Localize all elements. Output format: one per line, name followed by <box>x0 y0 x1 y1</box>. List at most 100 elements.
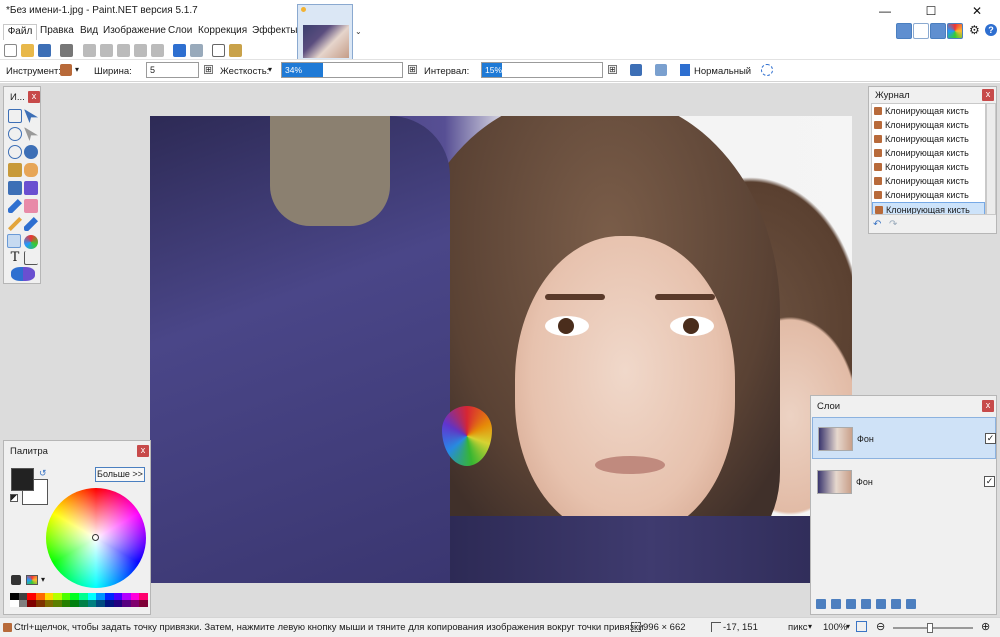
palette-menu-icon[interactable] <box>11 575 21 585</box>
zoom-out-icon[interactable]: ⊖ <box>876 620 885 633</box>
width-field[interactable]: 5 <box>146 62 199 78</box>
menu-layers[interactable]: Слои <box>168 25 192 36</box>
clone-stamp-tool-icon[interactable] <box>7 234 21 248</box>
magic-wand-icon[interactable] <box>8 163 22 177</box>
text-tool-icon[interactable]: T <box>8 251 22 265</box>
palette-load-icon[interactable] <box>26 575 38 585</box>
deselect-icon[interactable] <box>151 44 164 57</box>
chevron-down-icon[interactable]: ▾ <box>41 575 45 584</box>
history-item[interactable]: Клонирующая кисть <box>872 160 985 174</box>
reset-colors-icon[interactable] <box>10 494 18 502</box>
chevron-down-icon[interactable]: ▾ <box>808 622 812 631</box>
menu-image[interactable]: Изображение <box>103 25 166 36</box>
color-picker-icon[interactable] <box>24 217 38 231</box>
minimize-button[interactable]: — <box>862 0 908 22</box>
menu-effects[interactable]: Эффекты <box>252 25 297 36</box>
crop-icon[interactable] <box>134 44 147 57</box>
settings-gear-icon[interactable]: ⚙ <box>969 23 980 37</box>
layer-visibility-checkbox[interactable]: ✓ <box>985 433 996 444</box>
rectangle-select-icon[interactable] <box>8 109 22 123</box>
chevron-down-icon[interactable]: ▾ <box>75 65 79 74</box>
move-layer-down-icon[interactable] <box>891 599 901 609</box>
history-item[interactable]: Клонирующая кисть <box>872 104 985 118</box>
merge-layer-icon[interactable] <box>861 599 871 609</box>
pan-hand-icon[interactable] <box>24 163 38 177</box>
print-icon[interactable] <box>60 44 73 57</box>
image-canvas[interactable] <box>150 116 852 583</box>
width-plus-icon[interactable]: ⊞ <box>204 65 213 74</box>
primary-color-swatch[interactable] <box>11 468 34 491</box>
zoom-in-icon[interactable]: ⊕ <box>981 620 990 633</box>
layers-close-icon[interactable]: x <box>982 400 994 412</box>
layer-properties-icon[interactable] <box>906 599 916 609</box>
selection-clipping-icon[interactable] <box>761 64 773 76</box>
save-icon[interactable] <box>38 44 51 57</box>
layers-toggle-icon[interactable] <box>930 23 946 39</box>
undo-icon[interactable] <box>173 44 186 57</box>
gradient-icon[interactable] <box>24 181 38 195</box>
chevron-down-icon[interactable]: ⌄ <box>355 27 362 36</box>
palette-close-icon[interactable]: x <box>137 445 149 457</box>
hardness-plus-icon[interactable]: ⊞ <box>408 65 417 74</box>
tools-close-icon[interactable]: x <box>28 91 40 103</box>
zoom-to-window-icon[interactable] <box>856 621 867 632</box>
clone-stamp-icon[interactable] <box>60 64 72 76</box>
sampling-icon[interactable] <box>655 64 667 76</box>
zoom-slider-thumb[interactable] <box>927 623 933 633</box>
line-curve-icon[interactable] <box>24 251 38 265</box>
history-item[interactable]: Клонирующая кисть <box>872 188 985 202</box>
copy-icon[interactable] <box>100 44 113 57</box>
units-select[interactable]: пикс <box>788 622 807 633</box>
grid-icon[interactable] <box>212 44 225 57</box>
shapes-icon[interactable] <box>11 267 35 281</box>
move-selected-icon[interactable] <box>24 109 38 123</box>
layer-row[interactable]: Фон ✓ <box>812 461 996 503</box>
layer-visibility-checkbox[interactable]: ✓ <box>984 476 995 487</box>
new-file-icon[interactable] <box>4 44 17 57</box>
tools-toggle-icon[interactable] <box>896 23 912 39</box>
hardness-slider[interactable]: 34% <box>281 62 403 78</box>
more-colors-button[interactable]: Больше >> <box>95 467 145 482</box>
blend-mode-select[interactable]: Нормальный <box>694 66 751 77</box>
zoom-level[interactable]: 100% <box>823 622 847 633</box>
menu-file[interactable]: Файл <box>3 24 37 40</box>
eraser-icon[interactable] <box>24 199 38 213</box>
color-wheel-marker[interactable] <box>92 534 99 541</box>
close-button[interactable]: ✕ <box>954 0 1000 22</box>
zoom-icon[interactable] <box>24 145 38 159</box>
menu-edit[interactable]: Правка <box>40 25 74 36</box>
move-selection-icon[interactable] <box>24 127 38 141</box>
recolor-icon[interactable] <box>24 235 38 249</box>
history-redo-icon[interactable]: ↷ <box>889 219 897 230</box>
chevron-down-icon[interactable]: ▾ <box>268 65 272 74</box>
interval-plus-icon[interactable]: ⊞ <box>608 65 617 74</box>
menu-adjustments[interactable]: Коррекция <box>198 25 247 36</box>
pencil-icon[interactable] <box>8 217 22 231</box>
zoom-slider[interactable] <box>893 627 973 629</box>
lasso-select-icon[interactable] <box>8 127 22 141</box>
history-item[interactable]: Клонирующая кисть <box>872 174 985 188</box>
menu-view[interactable]: Вид <box>80 25 98 36</box>
history-close-icon[interactable]: x <box>982 89 994 101</box>
duplicate-layer-icon[interactable] <box>846 599 856 609</box>
move-layer-up-icon[interactable] <box>876 599 886 609</box>
history-item-selected[interactable]: Клонирующая кисть <box>872 202 985 214</box>
palette-swatches-bottom[interactable] <box>10 600 148 607</box>
paste-icon[interactable] <box>117 44 130 57</box>
chevron-down-icon[interactable]: ▾ <box>846 622 850 631</box>
palette-toggle-icon[interactable] <box>947 23 963 39</box>
swap-colors-icon[interactable]: ↺ <box>39 468 47 479</box>
antialiasing-icon[interactable] <box>630 64 642 76</box>
layer-row[interactable]: Фон ✓ <box>812 417 996 459</box>
open-folder-icon[interactable] <box>21 44 34 57</box>
cut-icon[interactable] <box>83 44 96 57</box>
color-wheel[interactable] <box>46 488 146 588</box>
history-scrollbar[interactable] <box>986 103 996 215</box>
paintbrush-icon[interactable] <box>8 199 22 213</box>
history-item[interactable]: Клонирующая кисть <box>872 118 985 132</box>
ellipse-select-icon[interactable] <box>8 145 22 159</box>
help-icon[interactable]: ? <box>985 24 997 36</box>
add-layer-icon[interactable] <box>816 599 826 609</box>
history-item[interactable]: Клонирующая кисть <box>872 146 985 160</box>
interval-slider[interactable]: 15% <box>481 62 603 78</box>
